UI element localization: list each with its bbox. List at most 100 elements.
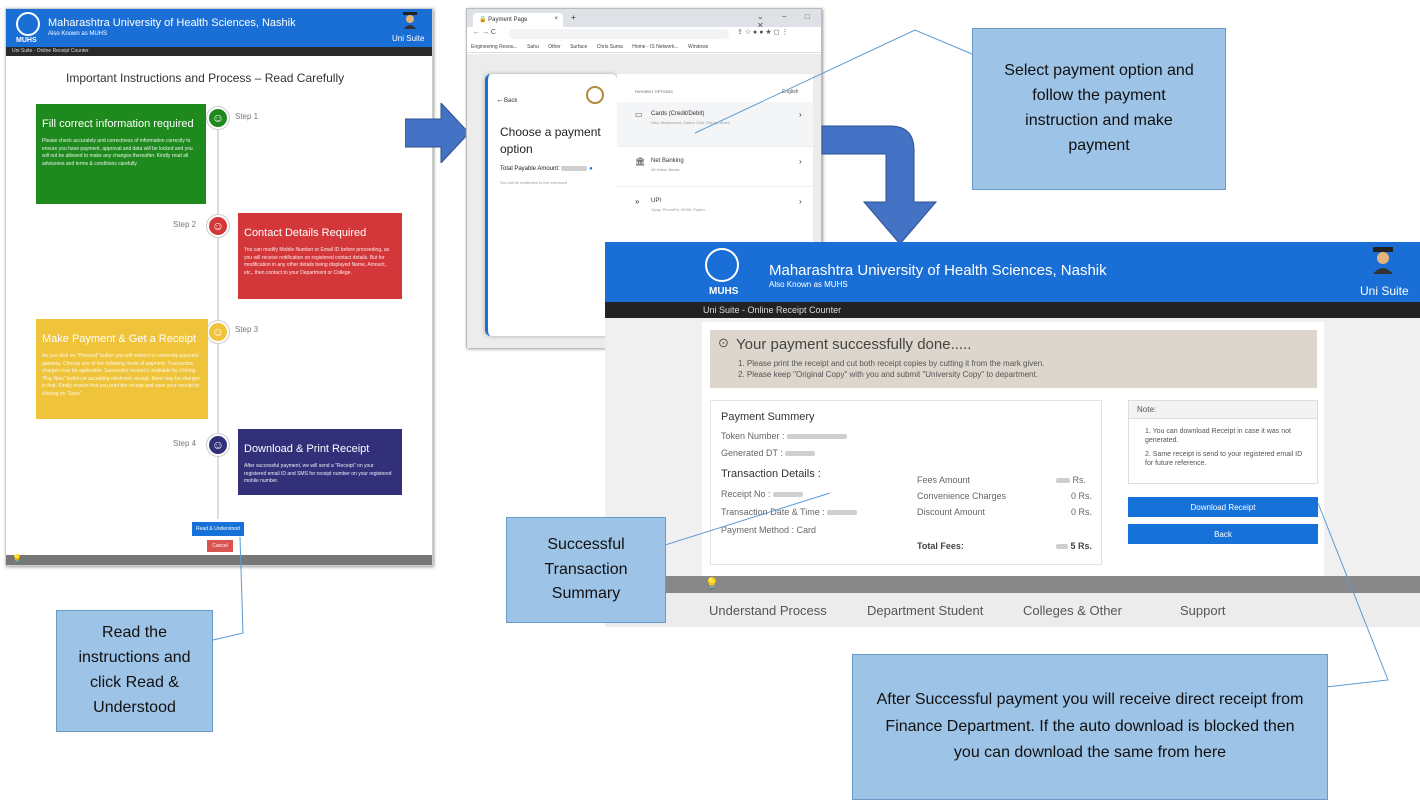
convenience-label: Convenience Charges: [917, 491, 1007, 501]
generated-label: Generated DT :: [721, 448, 783, 458]
redacted-fees: [1056, 478, 1070, 484]
lock-icon: 🔒: [479, 17, 487, 23]
step-1-body: Please check accurately and correctness …: [42, 138, 193, 167]
bookmark-item[interactable]: Sahu: [527, 44, 539, 50]
receipt-window: MUHS Maharashtra University of Health Sc…: [605, 242, 1420, 628]
step-1-card: Fill correct information required Please…: [36, 104, 206, 204]
muhs-logo-icon: [16, 12, 40, 36]
step-2-dot: ☺: [207, 215, 229, 237]
suite-label: Uni Suite: [1360, 284, 1409, 298]
instructions-window: MUHS Maharashtra University of Health Sc…: [5, 8, 433, 566]
step-3-title: Make Payment & Get a Receipt: [42, 333, 197, 345]
option-netbanking-name: Net Banking: [651, 158, 684, 164]
graduate-avatar-icon: [1371, 246, 1395, 274]
upi-icon: »: [635, 197, 640, 206]
graduate-avatar-icon: [402, 11, 418, 29]
step-4-body: After successful payment, we will send a…: [244, 463, 392, 484]
header-bar: MUHS Maharashtra University of Health Sc…: [6, 9, 432, 47]
step-1-label: Step 1: [235, 112, 259, 121]
footer-link-department[interactable]: Department Student: [867, 603, 983, 618]
callout-leader-line: [665, 492, 831, 546]
choose-heading: Choose a payment option: [500, 125, 601, 156]
tab-title: Payment Page: [488, 17, 528, 23]
footer-link-colleges[interactable]: Colleges & Other: [1023, 603, 1122, 618]
transaction-title: Transaction Details :: [721, 468, 821, 480]
callout-success-summary: Successful Transaction Summary: [506, 517, 666, 623]
note-item-1: 1. You can download Receipt in case it w…: [1145, 428, 1291, 445]
option-upi-name: UPI: [651, 198, 662, 204]
download-receipt-button[interactable]: Download Receipt: [1128, 497, 1318, 517]
discount-value: 0 Rs.: [1071, 507, 1093, 517]
total-payable: Total Payable Amount: ●: [500, 166, 593, 172]
step-2-card: Contact Details Required You can modify …: [238, 213, 402, 299]
info-icon: ●: [589, 166, 593, 173]
merchant-logo-icon: [586, 86, 604, 104]
success-banner: ⊙ Your payment successfully done..... 1.…: [710, 330, 1317, 388]
logo-text: MUHS: [16, 37, 37, 44]
redacted-amount: [561, 166, 588, 171]
subbar: Uni Suite - Online Receipt Counter: [605, 302, 1420, 318]
footer-strip: 💡: [605, 576, 1420, 593]
option-upi[interactable]: » UPI Gpay, PhonePe, BHIM, Paytm ›: [617, 186, 813, 226]
footer-link-understand[interactable]: Understand Process: [709, 603, 827, 618]
discount-label: Discount Amount: [917, 507, 986, 517]
step-2-title: Contact Details Required: [244, 227, 367, 239]
fees-amount-label: Fees Amount: [917, 475, 971, 485]
chevron-circle-icon: ⊙: [718, 335, 729, 350]
bookmark-item[interactable]: Home - IS Network...: [632, 44, 678, 50]
chevron-right-icon: ›: [799, 157, 802, 166]
back-link[interactable]: Back: [504, 98, 517, 104]
subbar: Uni Suite - Online Receipt Counter: [6, 47, 432, 56]
step-2-label: Step 2: [173, 220, 197, 229]
option-netbanking[interactable]: 🏛 Net Banking All Indian Banks ›: [617, 146, 813, 186]
step-3-label: Step 3: [235, 325, 259, 334]
success-title: Your payment successfully done.....: [736, 336, 972, 353]
step-4-title: Download & Print Receipt: [244, 443, 370, 455]
logo-text: MUHS: [709, 286, 739, 297]
token-label: Token Number :: [721, 431, 785, 441]
footer-nav: Understand Process Department Student Co…: [605, 593, 1420, 627]
step-2-body: You can modify Mobile Number or Email ID…: [244, 247, 390, 276]
token-row: Token Number :: [721, 431, 848, 441]
read-understood-button[interactable]: Read & Understood: [192, 522, 244, 536]
total-payable-label: Total Payable Amount:: [500, 166, 560, 173]
step-4-label: Step 4: [173, 439, 197, 448]
bookmark-item[interactable]: Surface: [570, 44, 587, 50]
back-button[interactable]: Back: [1128, 524, 1318, 544]
close-tab-icon[interactable]: ×: [554, 16, 558, 22]
bank-icon: 🏛: [635, 157, 646, 166]
university-title: Maharashtra University of Health Science…: [769, 262, 1107, 279]
payment-left-card: Back ← Choose a payment option Total Pay…: [485, 74, 617, 336]
note-box: Note: 1. You can download Receipt in cas…: [1128, 400, 1318, 484]
footer-link-support[interactable]: Support: [1180, 603, 1226, 618]
callout-select-payment: Select payment option and follow the pay…: [972, 28, 1226, 190]
back-arrow-icon[interactable]: ←: [496, 95, 504, 104]
arrow-curve-down-icon: [821, 125, 938, 245]
step-3-dot: ☺: [207, 321, 229, 343]
summary-title: Payment Summery: [721, 411, 815, 423]
total-value-text: 5 Rs.: [1070, 541, 1093, 551]
tab-strip: 🔒 Payment Page × + ⌄ − □ ✕: [467, 9, 821, 30]
fees-amount-unit: Rs.: [1072, 475, 1087, 485]
total-label: Total Fees:: [917, 541, 964, 551]
header-bar: MUHS Maharashtra University of Health Sc…: [605, 242, 1420, 302]
total-value: 5 Rs.: [1056, 541, 1092, 551]
options-header: PAYMENT OPTIONS: [635, 89, 673, 94]
nav-icons[interactable]: ← → C: [473, 29, 496, 36]
callout-leader-line: [212, 536, 244, 641]
bookmark-item[interactable]: Chris Suma: [597, 44, 623, 50]
new-tab-icon[interactable]: +: [571, 13, 576, 22]
option-upi-sub: Gpay, PhonePe, BHIM, Paytm: [651, 207, 705, 212]
muhs-logo-icon: [705, 248, 739, 282]
callout-read-instructions: Read the instructions and click Read & U…: [56, 610, 213, 732]
bookmark-item[interactable]: Other: [548, 44, 561, 50]
convenience-value: 0 Rs.: [1071, 491, 1093, 501]
aka-text: Also Known as MUHS: [48, 31, 108, 37]
timeline-line: [217, 119, 219, 519]
tab-payment[interactable]: 🔒 Payment Page ×: [473, 13, 563, 27]
step-1-dot: ☺: [207, 107, 229, 129]
redacted-token: [787, 434, 848, 440]
step-4-card: Download & Print Receipt After successfu…: [238, 429, 402, 495]
redacted-total: [1056, 544, 1068, 550]
bookmark-item[interactable]: Engineering Resou...: [471, 44, 518, 50]
